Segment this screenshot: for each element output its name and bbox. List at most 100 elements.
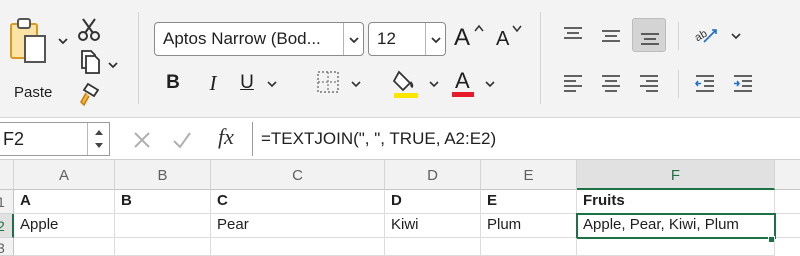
underline-button[interactable]: U xyxy=(232,66,262,100)
group-separator xyxy=(678,70,679,98)
align-top-icon xyxy=(564,27,582,39)
cut-icon[interactable] xyxy=(76,16,102,42)
font-color-letter: A xyxy=(455,68,470,93)
font-color-button[interactable]: A xyxy=(448,66,478,100)
increase-font-size-letter: A xyxy=(454,24,471,51)
spreadsheet-grid: A B C D E F 1 2 3 A B C D E Fruits Apple… xyxy=(0,160,800,256)
row-header-1[interactable]: 1 xyxy=(0,190,14,214)
svg-text:ab: ab xyxy=(695,28,709,44)
column-header-e[interactable]: E xyxy=(481,160,577,190)
cancel-x-icon[interactable] xyxy=(132,130,152,150)
decrease-font-size-letter: A xyxy=(496,28,510,50)
cell-c3[interactable] xyxy=(211,238,385,256)
font-size-value: 12 xyxy=(377,29,396,48)
font-size-dropdown-toggle[interactable] xyxy=(425,23,445,55)
cell-f1[interactable]: Fruits xyxy=(577,190,775,214)
cell-c2[interactable]: Pear xyxy=(211,214,385,238)
cell-e1[interactable]: E xyxy=(481,190,577,214)
format-painter-icon[interactable] xyxy=(76,82,102,108)
align-center-icon xyxy=(602,75,620,92)
row-header-label: 3 xyxy=(0,240,5,255)
ribbon: Paste Aptos Narrow (Bod... 12 A A B I U … xyxy=(0,0,800,118)
decrease-font-size-button[interactable]: A xyxy=(494,20,524,56)
bold-button[interactable]: B xyxy=(158,66,188,100)
font-name-dropdown[interactable]: Aptos Narrow (Bod... xyxy=(154,22,364,56)
font-color-swatch xyxy=(452,92,474,97)
column-header-b[interactable]: B xyxy=(115,160,211,190)
name-box-stepper[interactable] xyxy=(87,123,109,155)
cell-d1[interactable]: D xyxy=(385,190,481,214)
cell-a2[interactable]: Apple xyxy=(14,214,115,238)
font-name-dropdown-toggle[interactable] xyxy=(343,23,363,55)
align-right-button[interactable] xyxy=(632,66,666,100)
insert-function-fx-icon[interactable]: fx xyxy=(218,124,234,150)
caret-up-icon xyxy=(474,24,484,32)
paste-label: Paste xyxy=(14,84,53,101)
row-header-2[interactable]: 2 xyxy=(0,214,14,238)
cell-b3[interactable] xyxy=(115,238,211,256)
caret-up-icon xyxy=(95,130,103,135)
align-left-button[interactable] xyxy=(556,66,590,100)
name-box[interactable]: F2 xyxy=(0,122,110,156)
cell-b1[interactable]: B xyxy=(115,190,211,214)
cell-f3[interactable] xyxy=(577,238,775,256)
align-center-button[interactable] xyxy=(594,66,628,100)
column-header-a[interactable]: A xyxy=(14,160,115,190)
enter-check-icon[interactable] xyxy=(172,130,192,150)
row-header-label: 1 xyxy=(0,194,5,210)
row-header-3[interactable]: 3 xyxy=(0,238,14,256)
cell-d3[interactable] xyxy=(385,238,481,256)
borders-icon[interactable] xyxy=(316,70,340,94)
orientation-icon: ab xyxy=(695,28,717,44)
caret-down-icon xyxy=(512,25,522,32)
formula-bar: F2 fx =TEXTJOIN(", ", TRUE, A2:E2) xyxy=(0,118,800,160)
copy-options-chevron-down-icon[interactable] xyxy=(106,58,120,72)
formula-input[interactable]: =TEXTJOIN(", ", TRUE, A2:E2) xyxy=(252,122,800,156)
orientation-button[interactable]: ab xyxy=(688,18,722,52)
paste-options-chevron-down-icon[interactable] xyxy=(56,34,70,48)
align-top-button[interactable] xyxy=(556,18,590,52)
group-separator xyxy=(138,12,139,104)
increase-indent-icon xyxy=(734,75,752,92)
cell-a3[interactable] xyxy=(14,238,115,256)
fill-color-chevron-down-icon[interactable] xyxy=(428,78,440,90)
cell-g2[interactable] xyxy=(776,214,800,238)
cell-d2[interactable]: Kiwi xyxy=(385,214,481,238)
column-header-d[interactable]: D xyxy=(385,160,481,190)
align-middle-button[interactable] xyxy=(594,18,628,52)
select-all-corner[interactable] xyxy=(0,160,14,190)
borders-chevron-down-icon[interactable] xyxy=(350,78,362,90)
align-bottom-button[interactable] xyxy=(632,18,666,52)
cell-g1[interactable] xyxy=(775,190,800,214)
align-left-icon xyxy=(564,75,582,92)
underline-options-chevron-down-icon[interactable] xyxy=(266,78,278,90)
cell-e3[interactable] xyxy=(481,238,577,256)
orientation-chevron-down-icon[interactable] xyxy=(730,30,742,42)
chevron-down-icon xyxy=(349,37,359,44)
align-middle-icon xyxy=(602,30,620,42)
align-right-icon xyxy=(640,75,658,92)
column-header-f[interactable]: F xyxy=(577,160,775,190)
row-header-label: 2 xyxy=(0,218,5,234)
cell-f2-active[interactable]: Apple, Pear, Kiwi, Plum xyxy=(576,213,776,239)
increase-indent-button[interactable] xyxy=(726,66,760,100)
increase-font-size-button[interactable]: A xyxy=(452,20,486,56)
cell-a1[interactable]: A xyxy=(14,190,115,214)
paste-button[interactable]: Paste xyxy=(4,14,70,101)
column-header-c[interactable]: C xyxy=(211,160,385,190)
group-separator xyxy=(678,22,679,50)
font-size-dropdown[interactable]: 12 xyxy=(368,22,446,56)
cell-b2[interactable] xyxy=(115,214,211,238)
font-name-value: Aptos Narrow (Bod... xyxy=(163,29,321,48)
cell-e2[interactable]: Plum xyxy=(481,214,577,238)
fill-color-icon[interactable] xyxy=(390,66,422,100)
formula-text: =TEXTJOIN(", ", TRUE, A2:E2) xyxy=(261,129,497,148)
name-box-value: F2 xyxy=(3,129,25,149)
font-color-chevron-down-icon[interactable] xyxy=(484,78,496,90)
decrease-indent-button[interactable] xyxy=(688,66,722,100)
italic-button[interactable]: I xyxy=(198,66,228,100)
align-bottom-icon xyxy=(641,33,659,45)
cell-c1[interactable]: C xyxy=(211,190,385,214)
copy-icon[interactable] xyxy=(76,48,102,74)
group-separator xyxy=(540,12,541,104)
